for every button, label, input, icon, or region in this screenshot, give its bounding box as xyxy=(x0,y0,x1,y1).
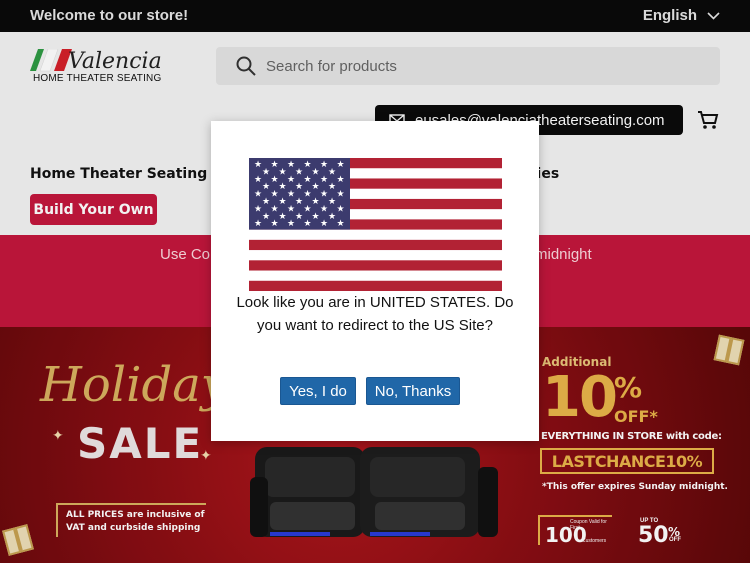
svg-text:★: ★ xyxy=(320,160,328,170)
svg-text:★: ★ xyxy=(295,182,303,192)
svg-text:★: ★ xyxy=(271,175,279,185)
us-flag-icon: ★ ★ ★ ★ ★ ★★ ★ ★ ★ ★★ ★ ★ ★ ★ ★★ ★ ★ ★ ★★ ★ ★ ★ ★ ★★ ★ ★ ★ ★★ ★ ★ ★ ★ ★★… xyxy=(249,158,502,291)
svg-text:★: ★ xyxy=(262,197,270,207)
svg-text:★: ★ xyxy=(254,204,262,214)
svg-text:★: ★ xyxy=(337,175,345,185)
svg-text:★: ★ xyxy=(312,212,320,222)
svg-text:★: ★ xyxy=(295,167,303,177)
svg-text:★: ★ xyxy=(279,197,287,207)
svg-text:★: ★ xyxy=(254,175,262,185)
svg-text:★: ★ xyxy=(337,190,345,200)
svg-text:★: ★ xyxy=(262,167,270,177)
svg-text:★: ★ xyxy=(287,175,295,185)
svg-text:★: ★ xyxy=(304,190,312,200)
svg-text:★: ★ xyxy=(320,175,328,185)
svg-text:★: ★ xyxy=(254,160,262,170)
svg-text:★: ★ xyxy=(312,167,320,177)
no-thanks-button[interactable]: No, Thanks xyxy=(366,377,460,405)
svg-text:★: ★ xyxy=(328,167,336,177)
svg-text:★: ★ xyxy=(287,190,295,200)
svg-text:★: ★ xyxy=(279,182,287,192)
svg-text:★: ★ xyxy=(320,219,328,229)
svg-text:★: ★ xyxy=(271,190,279,200)
svg-text:★: ★ xyxy=(312,197,320,207)
svg-text:★: ★ xyxy=(262,182,270,192)
svg-text:★: ★ xyxy=(328,182,336,192)
svg-text:★: ★ xyxy=(328,197,336,207)
svg-text:★: ★ xyxy=(271,160,279,170)
svg-text:★: ★ xyxy=(262,212,270,222)
svg-text:★: ★ xyxy=(328,212,336,222)
redirect-modal: ★ ★ ★ ★ ★ ★ ★ ★ ★ ★ ★ ★ ★ ★ ★ ★ ★ ★ ★ ★ ★ ★ ★ ★ ★ ★ ★ ★ ★ ★ ★ ★ ★ ★ ★ ★ ★ ★ ★ ★… xyxy=(211,121,539,441)
svg-text:★: ★ xyxy=(337,204,345,214)
redirect-message: Look like you are in UNITED STATES. Do y… xyxy=(236,294,514,334)
svg-text:★: ★ xyxy=(337,219,345,229)
svg-text:★: ★ xyxy=(295,212,303,222)
svg-text:★: ★ xyxy=(304,160,312,170)
svg-text:★: ★ xyxy=(279,167,287,177)
svg-text:★: ★ xyxy=(320,190,328,200)
svg-text:★: ★ xyxy=(304,219,312,229)
svg-text:★: ★ xyxy=(337,160,345,170)
svg-text:★: ★ xyxy=(287,219,295,229)
svg-text:★: ★ xyxy=(271,219,279,229)
svg-text:★: ★ xyxy=(254,190,262,200)
svg-text:★: ★ xyxy=(287,160,295,170)
svg-text:★: ★ xyxy=(254,219,262,229)
svg-text:★: ★ xyxy=(312,182,320,192)
svg-text:★: ★ xyxy=(271,204,279,214)
svg-text:★: ★ xyxy=(304,175,312,185)
yes-button[interactable]: Yes, I do xyxy=(280,377,356,405)
svg-text:★: ★ xyxy=(320,204,328,214)
svg-text:★: ★ xyxy=(279,212,287,222)
svg-text:★: ★ xyxy=(295,197,303,207)
svg-text:★: ★ xyxy=(304,204,312,214)
svg-text:★: ★ xyxy=(287,204,295,214)
